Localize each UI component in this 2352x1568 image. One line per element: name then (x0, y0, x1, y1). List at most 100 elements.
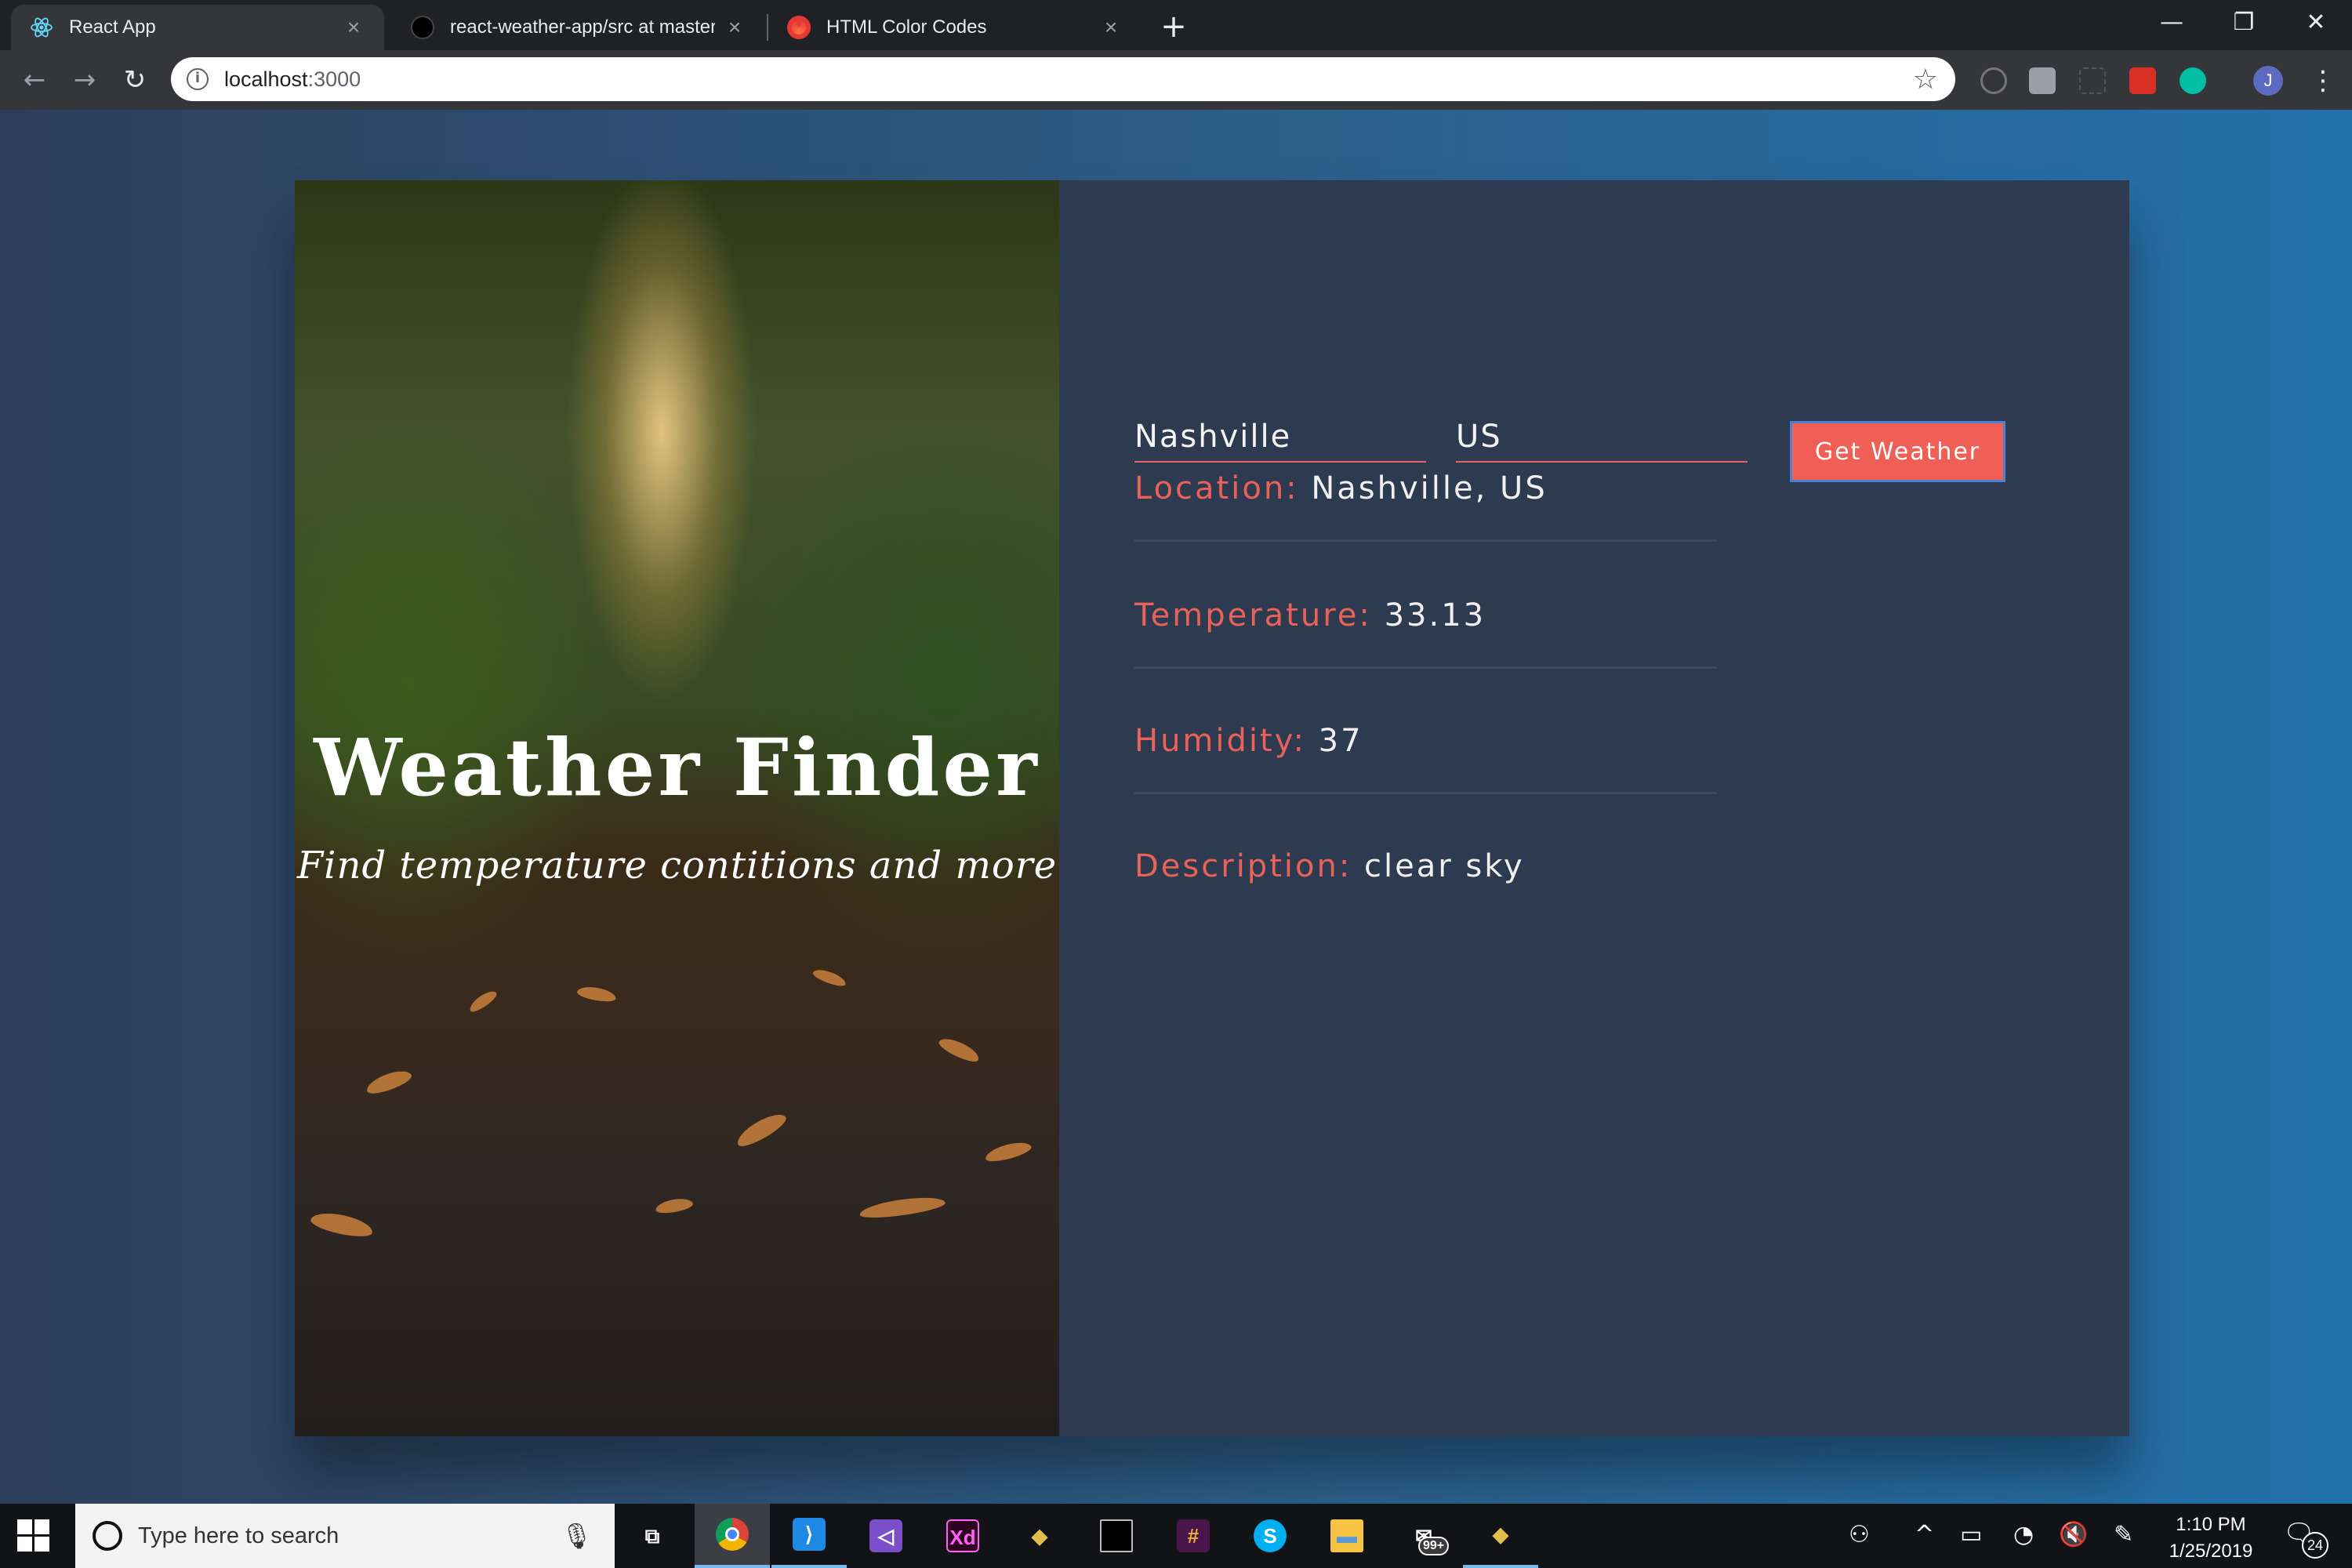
git-tool-icon: ◆ (1493, 1523, 1508, 1546)
browser-titlebar: React App × react-weather-app/src at mas… (0, 0, 2352, 50)
taskbar-adobe-xd[interactable]: Xd (925, 1504, 1000, 1568)
pen-icon[interactable]: ✎ (2114, 1521, 2133, 1548)
chrome-icon (716, 1518, 749, 1551)
tab-label: HTML Color Codes (826, 16, 987, 38)
get-weather-button[interactable]: Get Weather (1790, 421, 2005, 482)
wifi-icon[interactable]: ◔ (2013, 1521, 2034, 1548)
close-icon[interactable]: × (1099, 15, 1123, 40)
page-viewport: Weather Finder Find temperature contitio… (0, 110, 2352, 1504)
divider (1134, 539, 1716, 542)
skype-icon: S (1254, 1519, 1287, 1552)
taskbar-slack[interactable]: # (1156, 1504, 1231, 1568)
taskbar-visual-studio[interactable]: ◁ (848, 1504, 924, 1568)
country-input[interactable] (1456, 412, 1748, 463)
form-panel: Get Weather Location: Nashville, US Temp… (1059, 180, 2129, 1436)
extension-red-icon[interactable] (2129, 67, 2156, 94)
github-icon (411, 16, 434, 39)
clock-date: 1/25/2019 (2169, 1541, 2253, 1562)
extension-teal-icon[interactable] (2180, 67, 2206, 94)
action-center-button[interactable]: 🗨 24 (2283, 1518, 2330, 1559)
hero-panel: Weather Finder Find temperature contitio… (295, 180, 1059, 1436)
weather-card: Weather Finder Find temperature contitio… (295, 180, 2129, 1436)
profile-avatar[interactable]: J (2253, 66, 2283, 96)
result-description: Description: clear sky (1134, 848, 1525, 884)
result-key: Location: (1134, 470, 1299, 506)
result-humidity: Humidity: 37 (1134, 723, 1363, 759)
address-bar[interactable]: i localhost:3000 ☆ (171, 57, 1955, 101)
notification-count: 24 (2302, 1532, 2328, 1559)
tab-react-app[interactable]: React App × (11, 5, 384, 50)
city-input[interactable] (1134, 412, 1426, 463)
task-view-icon: ⧉ (644, 1524, 660, 1548)
app-subtitle: Find temperature contitions and more (296, 844, 1058, 887)
mail-icon: ✉ 99+ (1407, 1519, 1450, 1555)
taskbar-chrome[interactable] (695, 1504, 770, 1568)
extension-zero-icon[interactable] (2029, 67, 2056, 94)
taskbar-skype[interactable]: S (1232, 1504, 1308, 1568)
search-placeholder: Type here to search (138, 1523, 339, 1548)
result-key: Temperature: (1134, 597, 1372, 633)
result-value: 33.13 (1384, 597, 1486, 633)
windows-taskbar: Type here to search 🎙 ⧉ ⟩ ◁ Xd ◆ # S ▬ ✉… (0, 1504, 2352, 1568)
url-port: :3000 (307, 67, 361, 91)
taskbar-mail[interactable]: ✉ 99+ (1386, 1504, 1461, 1568)
back-button[interactable]: ← (16, 61, 53, 99)
result-key: Humidity: (1134, 723, 1306, 759)
cortana-icon (93, 1521, 122, 1551)
git-tool-icon: ◆ (1032, 1524, 1047, 1548)
extension-clock-icon[interactable] (1980, 67, 2007, 94)
taskbar-git-tool-2[interactable]: ◆ (1463, 1504, 1538, 1568)
taskbar-git-tool[interactable]: ◆ (1002, 1504, 1077, 1568)
forward-button[interactable]: → (66, 61, 103, 99)
chevron-up-icon[interactable]: ^ (1915, 1521, 1934, 1548)
windows-start-button[interactable] (17, 1519, 50, 1552)
reload-button[interactable]: ↻ (116, 61, 154, 99)
clock-time: 1:10 PM (2176, 1514, 2246, 1535)
taskbar-search[interactable]: Type here to search 🎙 (75, 1504, 615, 1568)
result-temperature: Temperature: 33.13 (1134, 597, 1486, 633)
result-value: 37 (1318, 723, 1363, 759)
result-value: clear sky (1364, 848, 1525, 884)
app-title: Weather Finder (314, 721, 1040, 814)
folder-icon: ▬ (1330, 1519, 1363, 1552)
color-wheel-icon (787, 16, 811, 39)
tab-html-color-codes[interactable]: HTML Color Codes × (768, 5, 1142, 50)
volume-muted-icon[interactable]: 🔇 (2059, 1521, 2088, 1548)
adobe-xd-icon: Xd (946, 1519, 979, 1552)
divider (1134, 666, 1716, 669)
taskbar-terminal[interactable] (1079, 1504, 1154, 1568)
tab-label: react-weather-app/src at master (450, 16, 715, 38)
mail-badge: 99+ (1418, 1537, 1450, 1555)
taskbar-file-explorer[interactable]: ▬ (1309, 1504, 1385, 1568)
url-text: localhost:3000 (224, 67, 361, 92)
extension-grey-icon[interactable] (2079, 67, 2106, 94)
people-icon[interactable]: ⚇ (1849, 1521, 1870, 1548)
vscode-icon: ⟩ (793, 1518, 826, 1551)
close-icon[interactable]: × (342, 15, 365, 40)
browser-toolbar: ← → ↻ i localhost:3000 ☆ J ⋮ (0, 50, 2352, 110)
minimize-button[interactable]: — (2136, 0, 2208, 45)
close-icon[interactable]: × (723, 15, 746, 40)
close-window-button[interactable]: ✕ (2280, 0, 2352, 45)
result-key: Description: (1134, 848, 1352, 884)
restore-button[interactable]: ❐ (2208, 0, 2280, 45)
slack-icon: # (1177, 1519, 1210, 1552)
divider (1134, 792, 1716, 794)
task-view-button[interactable]: ⧉ (615, 1504, 690, 1568)
site-info-icon[interactable]: i (187, 68, 209, 90)
taskbar-vscode[interactable]: ⟩ (771, 1504, 847, 1568)
visual-studio-icon: ◁ (869, 1519, 902, 1552)
tab-github[interactable]: react-weather-app/src at master × (392, 5, 765, 50)
new-tab-button[interactable]: + (1154, 8, 1193, 47)
result-value: Nashville, US (1311, 470, 1548, 506)
react-logo-icon (30, 16, 53, 39)
menu-kebab-icon[interactable]: ⋮ (2310, 67, 2336, 94)
system-clock[interactable]: 1:10 PM 1/25/2019 (2164, 1512, 2258, 1565)
battery-icon[interactable]: ▭ (1960, 1521, 1982, 1548)
url-host: localhost (224, 67, 308, 91)
hero-text: Weather Finder Find temperature contitio… (295, 180, 1059, 1436)
terminal-icon (1100, 1519, 1133, 1552)
result-location: Location: Nashville, US (1134, 470, 1548, 506)
bookmark-star-icon[interactable]: ☆ (1913, 64, 1938, 96)
microphone-icon[interactable]: 🎙 (561, 1521, 593, 1551)
